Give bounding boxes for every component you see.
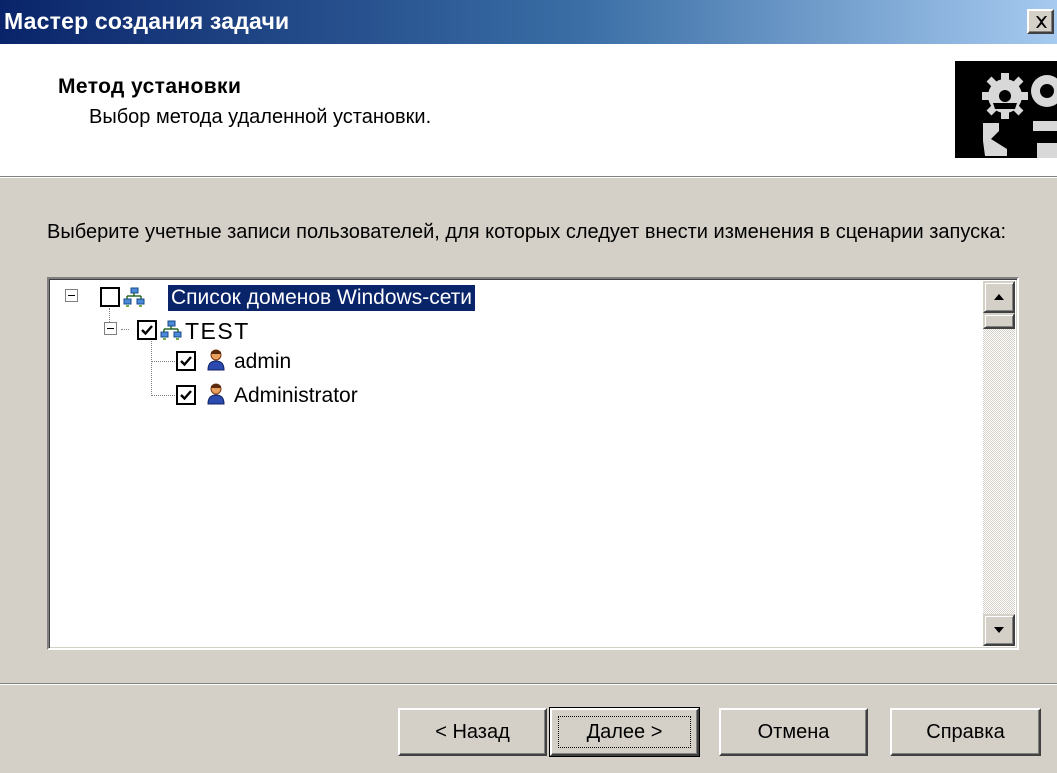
header-title: Метод установки (58, 75, 242, 98)
scroll-up-button[interactable] (983, 281, 1015, 313)
checkmark-icon (141, 325, 153, 336)
close-icon (1036, 16, 1047, 28)
wizard-header: Метод установки Выбор метода удаленной у… (0, 44, 1057, 176)
tree-user-label[interactable]: Administrator (231, 383, 361, 409)
tree-domain-label[interactable]: TEST (182, 318, 253, 344)
checkmark-icon (180, 356, 192, 367)
domain-checkbox[interactable] (137, 320, 157, 340)
cancel-button[interactable]: Отмена (719, 708, 868, 756)
next-button[interactable]: Далее > (549, 707, 700, 757)
user-icon (207, 349, 225, 376)
user-admin-checkbox[interactable] (176, 351, 196, 371)
root-checkbox[interactable] (100, 287, 120, 307)
collapse-root-icon[interactable] (65, 289, 78, 302)
title-bar[interactable]: Мастер создания задачи (0, 0, 1057, 44)
collapse-domain-icon[interactable] (104, 322, 117, 335)
arrow-up-icon (994, 294, 1004, 300)
header-separator (0, 176, 1057, 178)
checkmark-icon (180, 390, 192, 401)
focus-rect (558, 716, 691, 748)
user-administrator-checkbox[interactable] (176, 385, 196, 405)
accounts-tree[interactable]: Список доменов Windows-сети TEST admin A… (47, 277, 1019, 650)
vertical-scrollbar[interactable] (983, 281, 1015, 646)
network-icon (160, 319, 182, 346)
tree-root-label[interactable]: Список доменов Windows-сети (168, 285, 476, 311)
instruction-text: Выберите учетные записи пользователей, д… (47, 221, 1007, 243)
header-subtitle: Выбор метода удаленной установки. (89, 106, 432, 128)
arrow-down-icon (994, 627, 1004, 633)
user-icon (207, 383, 225, 410)
footer-separator (0, 683, 1057, 685)
help-button[interactable]: Справка (890, 708, 1041, 756)
window-title: Мастер создания задачи (4, 8, 290, 34)
scroll-thumb[interactable] (983, 313, 1015, 329)
network-icon (123, 286, 145, 313)
scroll-down-button[interactable] (983, 614, 1015, 646)
close-button[interactable] (1027, 9, 1054, 34)
back-button[interactable]: < Назад (398, 708, 547, 756)
tree-user-label[interactable]: admin (231, 349, 294, 375)
gears-icon (955, 61, 1057, 158)
